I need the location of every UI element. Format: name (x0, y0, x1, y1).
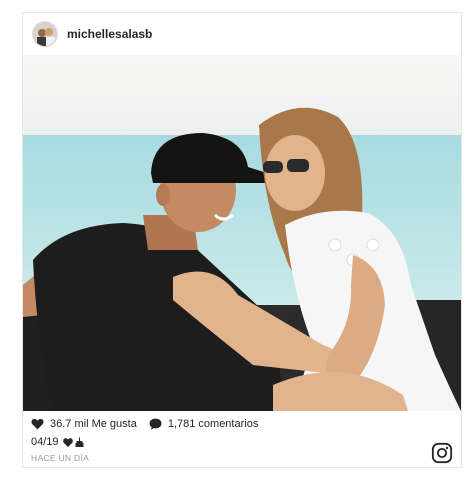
post-photo[interactable] (23, 55, 461, 411)
likes-count: 36.7 mil Me gusta (50, 418, 137, 430)
avatar[interactable] (32, 21, 58, 47)
username[interactable]: michellesalasb (67, 27, 152, 41)
instagram-embed-card: michellesalasb 36.7 mil Me gusta 1,781 c… (22, 12, 462, 468)
post-caption: 04/19 (31, 436, 85, 448)
speech-bubble-icon[interactable] (149, 418, 162, 430)
comments-count: 1,781 comentarios (167, 418, 259, 430)
post-header: michellesalasb (23, 13, 461, 55)
post-stats: 36.7 mil Me gusta 1,781 comentarios (31, 418, 270, 430)
heart-cake-emoji (62, 437, 84, 447)
comments-group[interactable]: 1,781 comentarios (149, 418, 259, 430)
caption-text: 04/19 (31, 436, 59, 448)
instagram-icon[interactable] (431, 442, 453, 464)
likes-group[interactable]: 36.7 mil Me gusta (31, 418, 137, 430)
heart-icon[interactable] (31, 418, 44, 430)
post-timestamp: HACE UN DÍA (31, 453, 90, 463)
